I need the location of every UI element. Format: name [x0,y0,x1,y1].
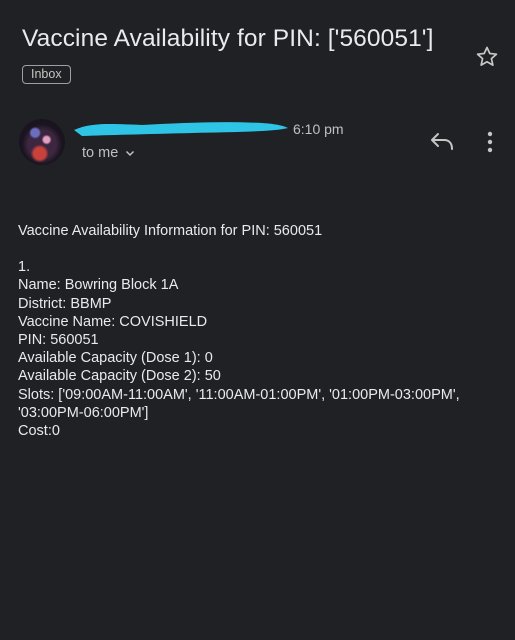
recipient-text: to me [82,145,119,161]
dose1-capacity: Available Capacity (Dose 1): 0 [18,350,213,367]
inbox-label-chip[interactable]: Inbox [22,65,71,84]
email-body: Vaccine Availability Information for PIN… [18,222,501,440]
cost: Cost:0 [18,423,60,440]
sender-name-redacted [74,122,288,136]
sender-avatar[interactable] [19,119,65,165]
center-district: District: BBMP [18,295,112,312]
body-intro: Vaccine Availability Information for PIN… [18,223,323,239]
chevron-down-icon [126,150,135,157]
recipient-toggle[interactable]: to me [82,145,135,161]
center-pin: PIN: 560051 [18,332,99,349]
center-index: 1. [18,259,31,276]
more-vert-icon[interactable] [480,130,500,154]
star-icon[interactable] [474,44,500,70]
email-subject: Vaccine Availability for PIN: ['560051'] [22,25,434,52]
vaccine-name: Vaccine Name: COVISHIELD [18,313,208,330]
center-name: Name: Bowring Block 1A [18,277,179,294]
reply-icon[interactable] [428,129,456,155]
dose2-capacity: Available Capacity (Dose 2): 50 [18,368,221,385]
email-time: 6:10 pm [293,121,344,137]
slots-list: Slots: ['09:00AM-11:00AM', '11:00AM-01:0… [18,386,464,421]
